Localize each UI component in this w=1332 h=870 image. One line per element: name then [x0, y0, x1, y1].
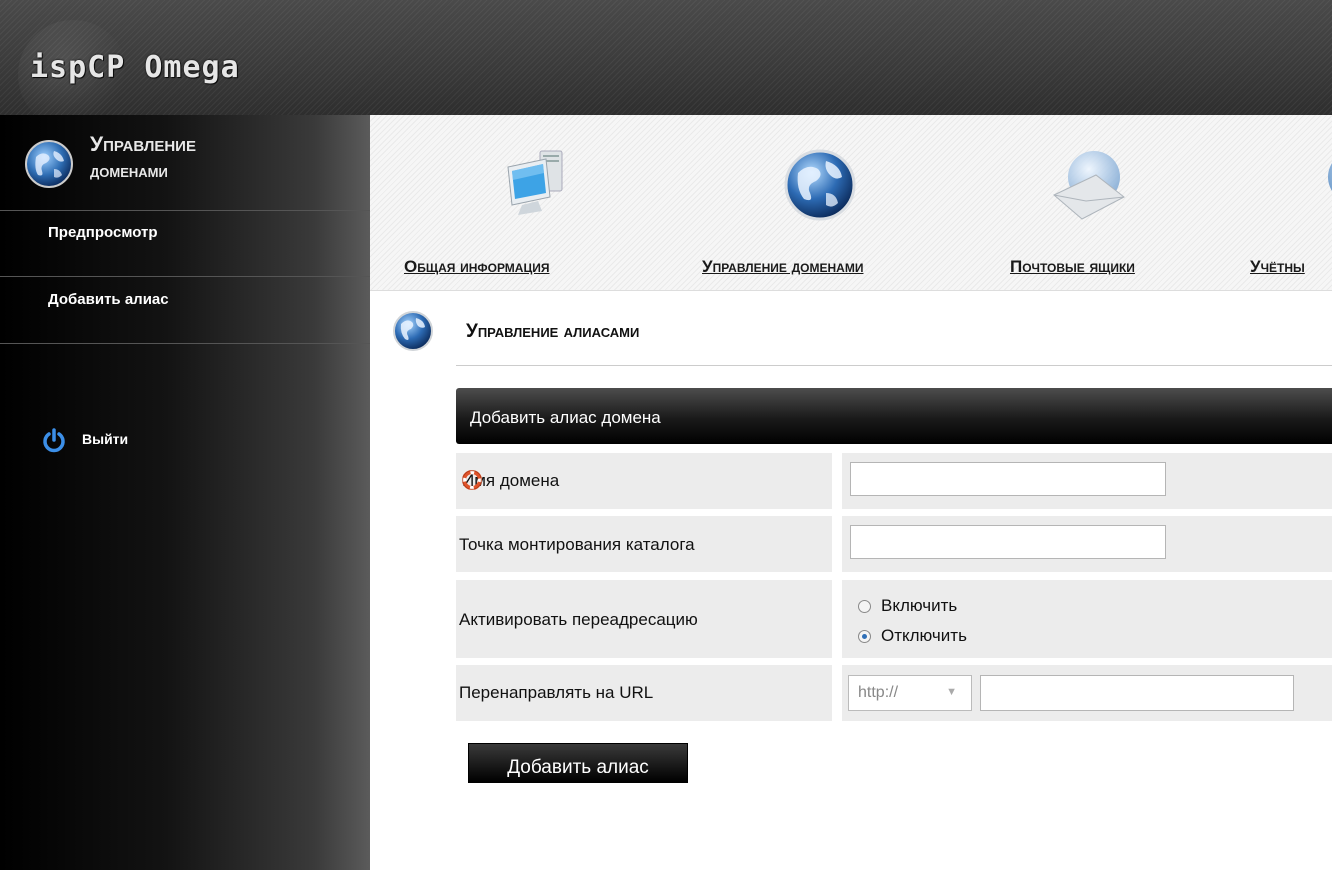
- mount-point-input[interactable]: [850, 525, 1166, 559]
- power-icon[interactable]: [40, 427, 68, 458]
- sidebar-item-label[interactable]: Добавить алиас: [48, 291, 169, 308]
- domain-name-label-cell: Имя домена: [456, 453, 832, 509]
- redirect-url-value-cell: http:// ▼: [842, 665, 1332, 721]
- redirect-url-label-cell: Перенаправлять на URL: [456, 665, 832, 721]
- redirect-disable-radio[interactable]: [858, 630, 871, 643]
- menu-item-label[interactable]: Почтовые ящики: [1010, 257, 1135, 277]
- redirect-enable-radio[interactable]: [858, 600, 871, 613]
- sidebar-item-label[interactable]: Предпросмотр: [48, 224, 158, 241]
- app-logo[interactable]: ispCP Omega: [30, 50, 240, 85]
- menu-item-label[interactable]: Общая информация: [404, 257, 549, 277]
- redirect-url-label: Перенаправлять на URL: [459, 683, 654, 702]
- redirect-disable-label[interactable]: Отключить: [881, 626, 967, 646]
- add-alias-button[interactable]: Добавить алиас: [468, 743, 688, 783]
- domain-name-value-cell: [842, 453, 1332, 509]
- protocol-select-value[interactable]: http://: [858, 684, 898, 702]
- help-lifebuoy-icon[interactable]: [462, 470, 482, 495]
- divider: [456, 365, 1332, 366]
- globe-icon[interactable]: [1320, 145, 1332, 230]
- redirect-value-cell: Включить Отключить: [842, 580, 1332, 658]
- logout-label[interactable]: Выйти: [82, 431, 128, 447]
- redirect-enable-label[interactable]: Включить: [881, 596, 957, 616]
- redirect-label: Активировать переадресацию: [459, 610, 698, 629]
- sidebar-title-line2: доменами: [90, 161, 168, 182]
- domain-name-input[interactable]: [850, 462, 1166, 496]
- protocol-select[interactable]: http:// ▼: [848, 675, 972, 711]
- page-title: Управление алиасами: [466, 321, 640, 342]
- mount-point-label-cell: Точка монтирования каталога: [456, 516, 832, 572]
- globe-icon[interactable]: [780, 145, 860, 230]
- form-header-title: Добавить алиас домена: [470, 408, 661, 427]
- sidebar-title: Управление доменами: [0, 115, 370, 211]
- redirect-url-input[interactable]: [980, 675, 1294, 711]
- redirect-label-cell: Активировать переадресацию: [456, 580, 832, 658]
- mount-point-value-cell: [842, 516, 1332, 572]
- menu-item-label[interactable]: Учётны: [1250, 257, 1305, 277]
- mount-point-label: Точка монтирования каталога: [459, 535, 695, 554]
- computer-icon[interactable]: [498, 145, 578, 230]
- chevron-down-icon[interactable]: ▼: [946, 686, 957, 698]
- main-menu: Общая информация Управление доменами Поч…: [370, 115, 1332, 291]
- sidebar-item-add-alias[interactable]: Добавить алиас: [0, 278, 370, 344]
- globe-icon: [390, 308, 436, 359]
- header: ispCP Omega: [0, 0, 1332, 130]
- sidebar-title-line1: Управление: [90, 133, 196, 156]
- globe-icon: [24, 139, 74, 194]
- menu-item-label[interactable]: Управление доменами: [702, 257, 863, 277]
- sidebar-item-preview[interactable]: Предпросмотр: [0, 211, 370, 277]
- form-header: Добавить алиас домена: [456, 388, 1332, 444]
- mail-icon[interactable]: [1046, 145, 1136, 230]
- sidebar: Управление доменами Предпросмотр Добавит…: [0, 115, 370, 870]
